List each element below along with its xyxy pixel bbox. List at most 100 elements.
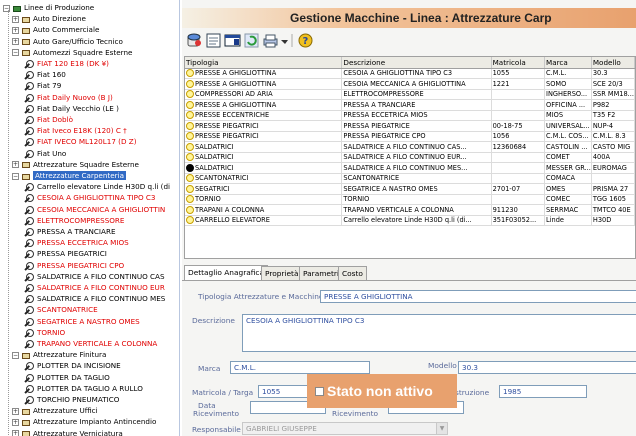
tree-item[interactable]: FIAT IVECO ML120L17 (D Z) <box>24 136 137 147</box>
tree-panel[interactable]: − Linee di Produzione + Auto Direzione + Auto… <box>0 0 180 436</box>
tree-group[interactable]: + Attrezzature Impianto Antincendio <box>12 416 156 427</box>
marca-field[interactable]: C.M.L. <box>230 361 370 374</box>
refresh-icon[interactable] <box>243 32 260 49</box>
tree-node-label: Auto Gare/Ufficio Tecnico <box>33 36 123 46</box>
tree-item[interactable]: Fiat Daily Nuovo (B J) <box>24 92 113 103</box>
column-header[interactable]: Tipologia <box>185 57 343 69</box>
expand-toggle-icon[interactable]: + <box>12 161 19 169</box>
help-icon[interactable]: ? <box>297 32 314 49</box>
tab-dettaglio-anagrafica[interactable]: Dettaglio Anagrafica <box>184 265 269 280</box>
table-row[interactable]: PRESSE A GHIGLIOTTINA CESOIA A GHIGLIOTTI… <box>185 68 635 79</box>
machines-table[interactable]: Tipologia Descrizione Matricola Marca Modell… <box>184 56 636 259</box>
table-row[interactable]: SCANTONATRICI SCANTONATRICE COMACA <box>185 173 635 184</box>
table-row[interactable]: SALDATRICI SALDATRICE A FILO CONTINUO MES… <box>185 162 635 174</box>
tree-item[interactable]: Fiat Doblò <box>24 114 73 125</box>
modello-field[interactable]: 30.3 <box>458 361 636 374</box>
expand-toggle-icon[interactable]: + <box>12 38 19 46</box>
tree-group-selected[interactable]: − Attrezzature Carpenteria <box>12 170 126 181</box>
tree-item[interactable]: Fiat Iveco E18K (120) C † <box>24 125 127 136</box>
cell-text: ELETTROCOMPRESSORE <box>343 90 424 99</box>
expand-toggle-icon[interactable]: − <box>12 351 19 359</box>
tipologia-field[interactable]: PRESSE A GHIGLIOTTINA <box>320 290 636 303</box>
descrizione-field[interactable]: CESOIA A GHIGLIOTTINA TIPO C3 <box>242 314 636 352</box>
tree-item[interactable]: PRESSA ECCETRICA MIOS <box>24 237 129 248</box>
tree-item[interactable]: TORCHIO PNEUMATICO <box>24 394 119 405</box>
tree-item[interactable]: Fiat Uno <box>24 148 66 159</box>
cell-text: 911230 <box>492 205 518 214</box>
tree-group[interactable]: − Automezzi Squadre Esterne <box>12 47 132 58</box>
tree-group[interactable]: + Attrezzature Verniciatura <box>12 428 123 436</box>
tree-group[interactable]: + Auto Commerciale <box>12 24 99 35</box>
chevron-down-icon[interactable]: ▼ <box>436 423 447 434</box>
column-header[interactable]: Matricola <box>491 57 546 69</box>
table-row[interactable]: COMPRESSORI AD ARIA ELETTROCOMPRESSORE ING… <box>185 89 635 100</box>
tree-node-label: Automezzi Squadre Esterne <box>33 47 133 57</box>
table-row[interactable]: PRESSE A GHIGLIOTTINA CESOIA MECCANICA A … <box>185 78 635 90</box>
tree-item[interactable]: SCANTONATRICE <box>24 304 98 315</box>
tab-costo[interactable]: Costo <box>338 266 367 280</box>
cell-text: PRESSA PIEGATRICE <box>343 121 410 130</box>
table-row[interactable]: TRAPANI A COLONNA TRAPANO VERTICALE A COL… <box>185 204 635 216</box>
tree-item[interactable]: Fiat Daily Vecchio (LE ) <box>24 103 119 114</box>
column-header[interactable]: Modello <box>591 57 635 69</box>
tree-item[interactable]: PLOTTER DA INCISIONE <box>24 360 121 371</box>
tree-item[interactable]: TRAPANO VERTICALE A COLONNA <box>24 338 157 349</box>
tab-proprieta[interactable]: Proprietà <box>261 266 303 280</box>
expand-toggle-icon[interactable]: + <box>12 15 19 23</box>
tree-item[interactable]: SALDATRICE A FILO CONTINUO EUR <box>24 282 165 293</box>
table-row[interactable]: SALDATRICI SALDATRICE A FILO CONTINUO CAS… <box>185 141 635 153</box>
tree-item[interactable]: SALDATRICE A FILO CONTINUO MES <box>24 293 165 304</box>
tree-item[interactable]: PRESSA PIEGATRICI <box>24 248 107 259</box>
cell-text: Linde <box>546 216 564 225</box>
document-icon[interactable] <box>205 32 222 49</box>
column-header[interactable]: Descrizione <box>341 57 492 69</box>
anno-field[interactable]: 1985 <box>499 385 587 398</box>
save-icon[interactable] <box>186 32 203 49</box>
tree-item[interactable]: CESOIA A GHIGLIOTTINA TIPO C3 <box>24 192 155 203</box>
tree-item[interactable]: ELETTROCOMPRESSORE <box>24 215 124 226</box>
table-row[interactable]: PRESSE PIEGATRICI PRESSA PIEGATRICE 00-18-… <box>185 120 635 132</box>
table-row[interactable]: SALDATRICI SALDATRICE A FILO CONTINUO EUR… <box>185 152 635 163</box>
expand-toggle-icon[interactable]: − <box>12 172 19 180</box>
column-header[interactable]: Marca <box>544 57 592 69</box>
table-row[interactable]: PRESSE A GHIGLIOTTINA PRESSA A TRANCIARE O… <box>185 99 635 111</box>
tree-item[interactable]: Fiat 160 <box>24 69 66 80</box>
table-row[interactable]: SEGATRICI SEGATRICE A NASTRO OMES 2701-07 O… <box>185 183 635 195</box>
grid-view-icon[interactable] <box>224 32 241 49</box>
tree-group[interactable]: − Attrezzature Finitura <box>12 349 106 360</box>
expand-toggle-icon[interactable]: + <box>12 407 19 415</box>
dropdown-arrow-icon[interactable] <box>280 32 289 49</box>
tree-group[interactable]: + Attrezzature Squadre Esterne <box>12 159 139 170</box>
tree-item[interactable]: Carrello elevatore Linde H30D q.li (di <box>24 181 170 192</box>
tree-item[interactable]: PRESSA PIEGATRICI CPO <box>24 260 124 271</box>
expand-toggle-icon[interactable]: − <box>12 49 19 57</box>
tree-item[interactable]: SEGATRICE A NASTRO OMES <box>24 316 140 327</box>
expand-toggle-icon[interactable]: + <box>12 26 19 34</box>
table-cell <box>491 162 546 174</box>
cell-text: UNIVERSAL... <box>546 121 590 130</box>
tree-item[interactable]: PLOTTER DA TAGLIO <box>24 372 110 383</box>
table-row[interactable]: CARRELLO ELEVATORE Carrello elevatore Lin… <box>185 215 635 226</box>
tree-item[interactable]: CESOIA MECCANICA A GHIGLIOTTIN <box>24 204 165 215</box>
tree-group[interactable]: + Auto Gare/Ufficio Tecnico <box>12 36 123 47</box>
tree-item[interactable]: FIAT 120 E18 (DK ¥) <box>24 58 109 69</box>
table-row[interactable]: TORNIO TORNIO COMEC TGG 1605 <box>185 194 635 205</box>
tree-group[interactable]: + Attrezzature Uffici <box>12 405 98 416</box>
table-row[interactable]: PRESSE ECCENTRICHE PRESSA ECCETRICA MIOS M… <box>185 110 635 121</box>
print-icon[interactable] <box>262 32 279 49</box>
tree-item[interactable]: SALDATRICE A FILO CONTINUO CAS <box>24 271 165 282</box>
tree-root[interactable]: − Linee di Produzione <box>3 2 94 13</box>
table-cell: Carrello elevatore Linde H30D q.li (di..… <box>341 215 492 226</box>
tree-item[interactable]: PRESSA A TRANCIARE <box>24 226 116 237</box>
expand-toggle-icon[interactable]: + <box>12 430 19 436</box>
stato-checkbox[interactable] <box>315 387 324 396</box>
tree-item[interactable]: PLOTTER DA TAGLIO A RULLO <box>24 383 143 394</box>
table-row[interactable]: PRESSE PIEGATRICI PRESSA PIEGATRICE CPO 10… <box>185 131 635 142</box>
expand-toggle-icon[interactable]: + <box>12 418 19 426</box>
tree-group[interactable]: + Auto Direzione <box>12 13 86 24</box>
tab-parametri[interactable]: Parametri <box>299 266 343 280</box>
status-dot-icon <box>186 174 194 183</box>
responsabile-select[interactable]: GABRIELI GIUSEPPE <box>242 422 448 435</box>
tree-item[interactable]: Fiat 79 <box>24 80 61 91</box>
tree-item[interactable]: TORNIO <box>24 327 65 338</box>
